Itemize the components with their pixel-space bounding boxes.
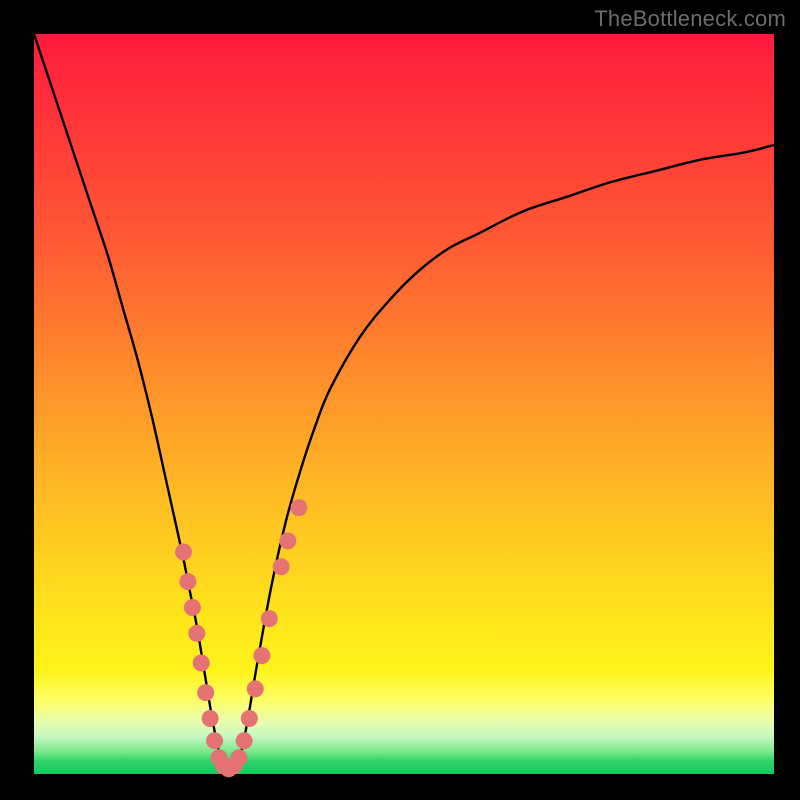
highlight-dot	[206, 732, 223, 749]
highlight-dot	[261, 610, 278, 627]
highlight-dots	[175, 499, 307, 777]
highlight-dot	[247, 680, 264, 697]
highlight-dot	[184, 599, 201, 616]
curve-svg	[34, 34, 774, 774]
watermark-text: TheBottleneck.com	[594, 6, 786, 32]
highlight-dot	[241, 710, 258, 727]
highlight-dot	[193, 655, 210, 672]
highlight-dot	[290, 499, 307, 516]
highlight-dot	[236, 732, 253, 749]
highlight-dot	[273, 558, 290, 575]
highlight-dot	[179, 573, 196, 590]
bottleneck-curve	[34, 34, 774, 768]
highlight-dot	[230, 749, 247, 766]
chart-plot-area	[34, 34, 774, 774]
highlight-dot	[279, 532, 296, 549]
highlight-dot	[188, 625, 205, 642]
chart-frame: TheBottleneck.com	[0, 0, 800, 800]
highlight-dot	[202, 710, 219, 727]
highlight-dot	[175, 544, 192, 561]
highlight-dot	[197, 684, 214, 701]
highlight-dot	[253, 647, 270, 664]
